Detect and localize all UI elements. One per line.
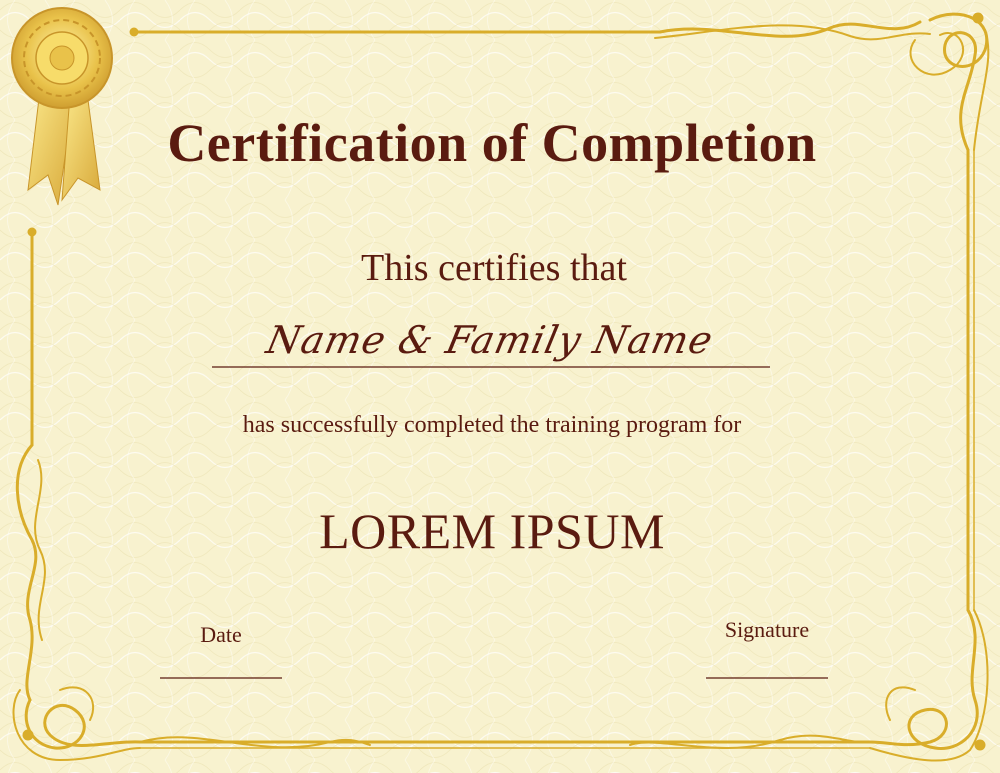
signature-label: Signature xyxy=(724,617,810,642)
certificate-title: Certification of Completion xyxy=(167,113,817,173)
completion-statement: has successfully completed the training … xyxy=(242,412,742,438)
program-name: LOREM IPSUM xyxy=(319,503,665,559)
recipient-name: Name & Family Name xyxy=(262,318,718,362)
certifies-that-text: This certifies that xyxy=(361,247,627,289)
date-label: Date xyxy=(200,622,242,647)
